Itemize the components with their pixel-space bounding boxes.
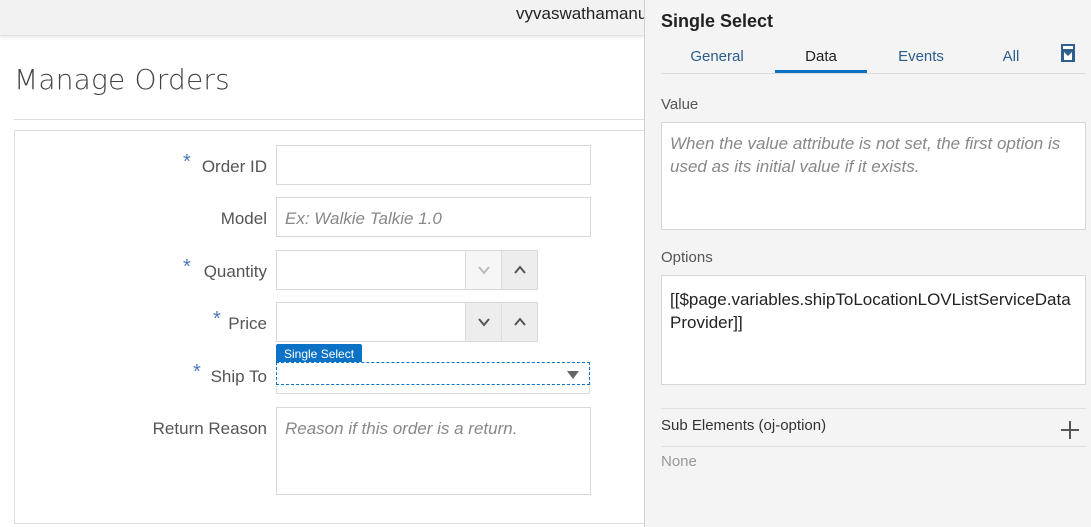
divider (661, 446, 1086, 447)
required-mark: * (183, 151, 191, 173)
top-bar: vyvaswathamanu (0, 0, 647, 36)
chevron-up-icon (514, 265, 526, 274)
ship-to-field-frame (276, 386, 590, 394)
active-tab-indicator (775, 70, 867, 73)
sub-elements-label: Sub Elements (oj-option) (661, 417, 827, 434)
return-reason-label: Return Reason (152, 419, 267, 438)
designer-canvas: vyvaswathamanu Manage Orders * Order ID … (0, 0, 654, 527)
quantity-input[interactable] (276, 250, 538, 290)
price-decrement-button[interactable] (465, 303, 501, 341)
chevron-down-icon (478, 266, 490, 275)
return-reason-textarea[interactable]: Reason if this order is a return. (276, 407, 591, 495)
bookmark-icon[interactable] (1060, 43, 1076, 63)
options-value: [[$page.variables.shipToLocationLOVListS… (670, 290, 1071, 332)
order-id-label: Order ID (201, 157, 267, 176)
quantity-label: Quantity (203, 262, 267, 281)
value-label: Value (661, 96, 699, 113)
chevron-down-icon (478, 318, 490, 327)
quantity-increment-button[interactable] (501, 251, 537, 289)
divider (661, 408, 1086, 409)
sub-elements-empty-text: None (661, 453, 697, 470)
add-icon[interactable] (1061, 421, 1079, 439)
property-inspector: Single Select General Data Events All Va… (644, 0, 1091, 527)
model-input[interactable]: Ex: Walkie Talkie 1.0 (276, 197, 591, 237)
ship-to-label: Ship To (210, 367, 267, 386)
value-placeholder: When the value attribute is not set, the… (670, 134, 1061, 176)
value-textarea[interactable]: When the value attribute is not set, the… (661, 122, 1086, 230)
model-label: Model (220, 209, 267, 228)
order-id-input[interactable] (276, 145, 591, 185)
required-mark: * (213, 308, 221, 330)
app-window: vyvaswathamanu Manage Orders * Order ID … (0, 0, 1091, 527)
chevron-up-icon (514, 317, 526, 326)
required-mark: * (193, 361, 201, 383)
user-name[interactable]: vyvaswathamanu (516, 4, 647, 24)
price-input[interactable] (276, 302, 538, 342)
ship-to-select[interactable] (276, 362, 590, 385)
tab-events[interactable]: Events (875, 48, 967, 74)
page-title: Manage Orders (14, 63, 230, 96)
tab-general[interactable]: General (671, 48, 763, 74)
quantity-decrement-button[interactable] (465, 251, 501, 289)
inspector-title: Single Select (661, 11, 774, 31)
options-textarea[interactable]: [[$page.variables.shipToLocationLOVListS… (661, 275, 1086, 385)
model-placeholder: Ex: Walkie Talkie 1.0 (285, 209, 442, 228)
price-increment-button[interactable] (501, 303, 537, 341)
caret-down-icon[interactable] (567, 371, 579, 379)
required-mark: * (183, 256, 191, 278)
tab-all[interactable]: All (971, 48, 1051, 74)
return-reason-placeholder: Reason if this order is a return. (285, 419, 518, 438)
inspector-tabs: General Data Events All (661, 40, 1086, 74)
title-divider (14, 119, 644, 120)
options-label: Options (661, 249, 713, 266)
price-label: Price (228, 314, 267, 333)
